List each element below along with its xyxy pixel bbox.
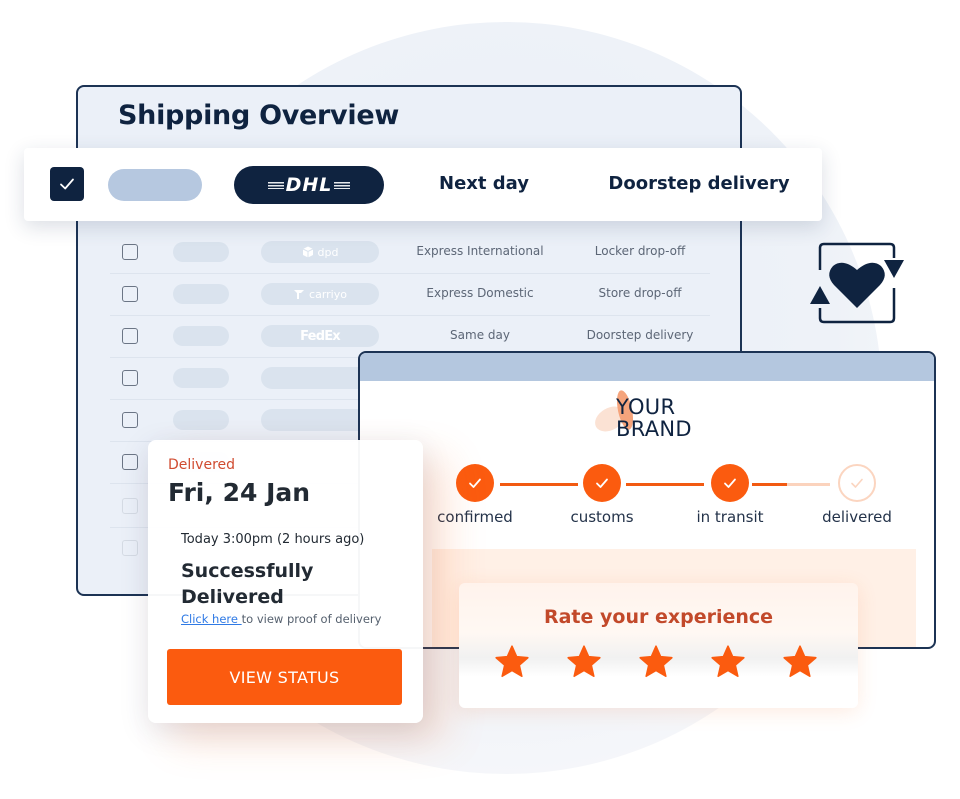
service-type: Next day bbox=[439, 173, 529, 194]
star-icon[interactable] bbox=[709, 643, 747, 681]
delivery-headline: Successfully Delivered bbox=[181, 560, 314, 608]
step-done-indicator bbox=[711, 464, 749, 502]
check-icon bbox=[469, 478, 481, 488]
brand-logo: YOUR BRAND bbox=[590, 388, 710, 448]
delivery-status-card: Delivered Fri, 24 Jan Today 3:00pm (2 ho… bbox=[148, 440, 423, 723]
row-checkbox-checked[interactable] bbox=[50, 167, 84, 201]
row-checkbox[interactable] bbox=[122, 328, 138, 344]
star-icon[interactable] bbox=[637, 643, 675, 681]
table-row[interactable]: carriyo Express Domestic Store drop-off bbox=[110, 274, 710, 316]
carrier-badge-dhl: DHL bbox=[234, 166, 384, 204]
table-row[interactable]: dpd Express International Locker drop-of… bbox=[110, 232, 710, 274]
carrier-name: carriyo bbox=[309, 287, 347, 301]
delivery-date: Fri, 24 Jan bbox=[168, 478, 311, 507]
step-pending-indicator bbox=[838, 464, 876, 502]
tracking-step-in-transit: in transit bbox=[670, 464, 790, 526]
placeholder-pill bbox=[108, 169, 202, 201]
carrier-badge: FedEx bbox=[261, 325, 379, 347]
carrier-name: FedEx bbox=[300, 328, 341, 344]
brand-line-2: BRAND bbox=[616, 417, 692, 441]
placeholder-pill bbox=[173, 242, 229, 262]
window-header-bar bbox=[360, 353, 934, 381]
placeholder-pill bbox=[173, 326, 229, 346]
delivery-method: Doorstep delivery bbox=[608, 173, 790, 194]
check-icon bbox=[60, 178, 74, 190]
proof-of-delivery-link[interactable]: Click here bbox=[181, 612, 242, 626]
brand-line-1: YOUR bbox=[616, 395, 676, 419]
carrier-badge: carriyo bbox=[261, 283, 379, 305]
row-checkbox[interactable] bbox=[122, 244, 138, 260]
check-icon bbox=[724, 478, 736, 488]
placeholder-pill bbox=[173, 368, 229, 388]
tracking-step-confirmed: confirmed bbox=[415, 464, 535, 526]
proof-of-delivery-text: to view proof of delivery bbox=[241, 612, 382, 626]
delivery-method: Store drop-off bbox=[598, 286, 682, 300]
delivery-method: Doorstep delivery bbox=[586, 328, 694, 342]
heart-refresh-icon bbox=[810, 242, 904, 324]
step-label: customs bbox=[570, 508, 634, 526]
star-icon[interactable] bbox=[493, 643, 531, 681]
step-label: in transit bbox=[696, 508, 764, 526]
placeholder-pill bbox=[173, 284, 229, 304]
star-icon[interactable] bbox=[565, 643, 603, 681]
row-checkbox[interactable] bbox=[122, 540, 138, 556]
rating-title: Rate your experience bbox=[543, 606, 774, 628]
check-icon bbox=[851, 478, 863, 488]
step-done-indicator bbox=[583, 464, 621, 502]
step-label: confirmed bbox=[437, 508, 513, 526]
row-checkbox[interactable] bbox=[122, 370, 138, 386]
carrier-name: DHL bbox=[285, 174, 333, 196]
page-title: Shipping Overview bbox=[118, 100, 399, 131]
service-type: Express Domestic bbox=[426, 286, 534, 300]
tracking-step-customs: customs bbox=[542, 464, 662, 526]
placeholder-pill bbox=[173, 410, 229, 430]
carrier-badge: dpd bbox=[261, 241, 379, 263]
row-checkbox[interactable] bbox=[122, 412, 138, 428]
selected-shipping-row[interactable]: DHL Next day Doorstep delivery bbox=[24, 148, 822, 221]
row-checkbox[interactable] bbox=[122, 454, 138, 470]
star-icon[interactable] bbox=[781, 643, 819, 681]
carrier-name: dpd bbox=[317, 245, 339, 259]
star-rating[interactable] bbox=[493, 643, 819, 681]
proof-of-delivery-line: Click here to view proof of delivery bbox=[181, 612, 381, 626]
step-label: delivered bbox=[822, 508, 892, 526]
row-checkbox[interactable] bbox=[122, 498, 138, 514]
service-type: Express International bbox=[416, 244, 544, 258]
step-done-indicator bbox=[456, 464, 494, 502]
delivery-method: Locker drop-off bbox=[594, 244, 686, 258]
status-badge: Delivered bbox=[168, 457, 236, 473]
carriyo-logo-icon bbox=[294, 290, 305, 299]
rating-card: Rate your experience bbox=[459, 583, 858, 708]
brand-name: YOUR BRAND bbox=[616, 396, 692, 440]
row-checkbox[interactable] bbox=[122, 286, 138, 302]
cube-icon bbox=[302, 246, 313, 258]
dhl-stripes-icon bbox=[334, 181, 351, 189]
delivery-time: Today 3:00pm (2 hours ago) bbox=[181, 532, 365, 547]
check-icon bbox=[596, 478, 608, 488]
dhl-stripes-icon bbox=[267, 181, 284, 189]
tracking-step-delivered: delivered bbox=[797, 464, 917, 526]
service-type: Same day bbox=[450, 328, 510, 342]
view-status-button[interactable]: VIEW STATUS bbox=[167, 649, 402, 705]
